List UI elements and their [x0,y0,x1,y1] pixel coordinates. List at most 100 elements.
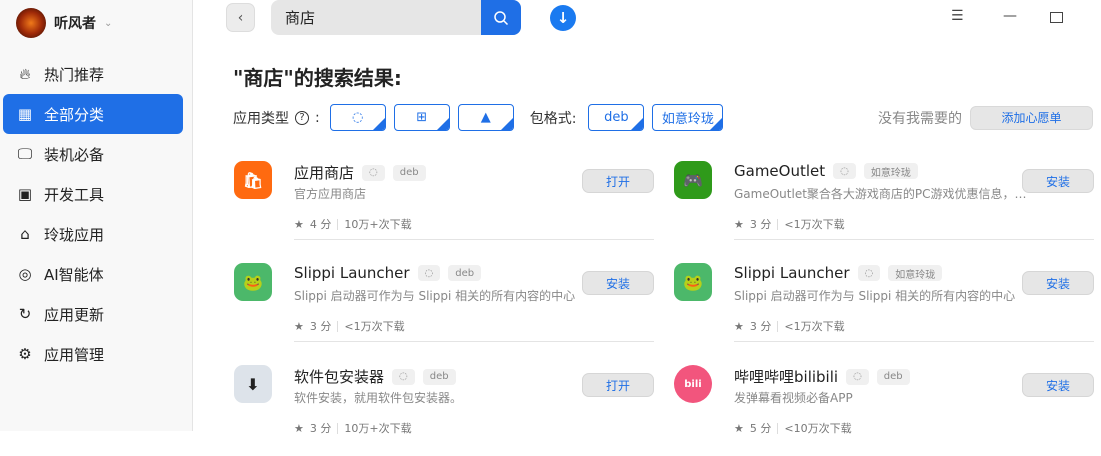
rating: 4 分 [309,218,332,231]
search-input[interactable] [271,0,471,35]
app-icon: 🐸 [234,263,272,301]
minimize-button[interactable]: — [1003,8,1017,24]
app-action-button[interactable]: 安装 [1022,271,1094,295]
filter-windows[interactable]: ⊞ [393,104,450,131]
menu-button[interactable]: ☰ [951,8,964,24]
sidebar-item-7[interactable]: ⚙ 应用管理 [3,334,183,374]
sidebar-item-1[interactable]: ▦ 全部分类 [3,94,183,134]
maximize-button[interactable] [1050,12,1063,23]
app-action-button[interactable]: 安装 [1022,373,1094,397]
app-card[interactable]: 🐸 Slippi Launcher ◌ 如意玲珑 Slippi 启动器可作为与 Sl… [674,252,1094,354]
filter-bar: 应用类型 ? : ◌ ⊞ ▲ 包格式: deb 如意玲珑 没有我需要的 添加心愿… [233,104,1093,131]
deepin-tag-icon: ◌ [846,368,869,385]
divider [294,341,654,342]
back-button[interactable]: ‹ [226,3,255,32]
sidebar-item-label: 热门推荐 [44,65,105,84]
app-action-button[interactable]: 安装 [582,271,654,295]
sidebar-item-6[interactable]: ↻ 应用更新 [3,294,183,334]
app-action-button[interactable]: 打开 [582,169,654,193]
star-icon: ★ [734,217,744,231]
app-card[interactable]: 🎮 GameOutlet ◌ 如意玲珑 GameOutlet聚合各大游戏商店的PC游… [674,150,1094,252]
help-icon[interactable]: ? [295,110,309,125]
sidebar-item-5[interactable]: ◎ AI智能体 [3,254,183,294]
app-card[interactable]: bili 哔哩哔哩bilibili ◌ deb 发弹幕看视频必备APP ★ 5 分 <1… [674,354,1094,456]
divider [337,218,339,230]
rating: 5 分 [749,422,772,435]
divider [734,239,1094,240]
star-icon: ★ [294,319,304,333]
divider [777,320,779,332]
app-action-button[interactable]: 安装 [1022,169,1094,193]
app-card[interactable]: ⬇ 软件包安装器 ◌ deb 软件安装，就用软件包安装器。 ★ 3 分 10万+次下载 … [234,354,654,456]
app-desc: GameOutlet聚合各大游戏商店的PC游戏优惠信息，帮助玩家找到最优惠的价格 [734,187,1034,201]
divider [734,341,1094,342]
app-desc: 发弹幕看视频必备APP [734,391,853,405]
divider [777,218,779,230]
sidebar-item-label: 应用更新 [44,305,105,324]
search-button[interactable] [481,0,521,35]
linglong-icon: ⌂ [20,225,30,243]
rating: 3 分 [309,320,332,333]
avatar [16,8,46,38]
ai-icon: ◎ [18,265,32,283]
sidebar-item-0[interactable]: 🔥︎ 热门推荐 [3,54,183,94]
filter-deb[interactable]: deb [588,104,645,131]
app-icon: 🛍 [234,161,272,199]
sidebar-item-label: 应用管理 [44,345,105,364]
sidebar-item-label: 装机必备 [44,145,105,164]
app-icon: 🐸 [674,263,712,301]
divider [777,422,779,434]
star-icon: ★ [294,217,304,231]
downloads: <1万次下载 [344,320,405,333]
page-title: "商店"的搜索结果: [233,66,402,90]
deepin-tag-icon: ◌ [362,164,385,181]
wish-prompt: 没有我需要的 [878,110,962,127]
app-card[interactable]: 🐸 Slippi Launcher ◌ deb Slippi 启动器可作为与 Sli… [234,252,654,354]
search-box [271,0,521,35]
app-type-label: 应用类型 [233,110,289,127]
downloads: <1万次下载 [784,218,845,231]
star-icon: ★ [734,319,744,333]
deepin-tag-icon: ◌ [833,163,856,179]
user-menu[interactable]: 听风者 ⌄ [16,8,112,38]
sidebar-item-3[interactable]: ▣ 开发工具 [3,174,183,214]
download-manager-button[interactable]: ↓ [550,5,576,31]
sidebar-item-label: 开发工具 [44,185,105,204]
sidebar-item-4[interactable]: ⌂ 玲珑应用 [3,214,183,254]
rating: 3 分 [749,320,772,333]
app-action-button[interactable]: 打开 [582,373,654,397]
windows-icon: ⊞ [416,110,428,125]
format-tag: deb [876,368,910,385]
colon: : [315,109,320,126]
app-card[interactable]: 🛍 应用商店 ◌ deb 官方应用商店 ★ 4 分 10万+次下载 打开 [234,150,654,252]
app-name: Slippi Launcher [734,264,850,282]
app-icon: 🎮 [674,161,712,199]
results-grid: 🛍 应用商店 ◌ deb 官方应用商店 ★ 4 分 10万+次下载 打开 🎮 GameO… [234,150,1094,456]
terminal-icon: ▣ [17,185,33,203]
monitor-icon: 🖵 [17,145,33,163]
chip-label: 如意玲珑 [661,112,714,127]
format-tag: deb [392,164,426,181]
divider [337,422,339,434]
downloads: 10万+次下载 [344,422,412,435]
format-tag: 如意玲珑 [863,163,918,179]
sidebar-item-2[interactable]: 🖵 装机必备 [3,134,183,174]
sidebar: 听风者 ⌄ 🔥︎ 热门推荐 ▦ 全部分类 🖵 装机必备 ▣ 开发工具 ⌂ 玲珑应用 ◎ AI智能体 ↻ 应… [0,0,193,431]
format-tag: deb [448,265,482,281]
divider [337,320,339,332]
deepin-tag-icon: ◌ [857,265,881,281]
filter-linglong[interactable]: 如意玲珑 [652,104,724,131]
app-icon: bili [674,365,712,403]
filter-android[interactable]: ▲ [457,104,514,131]
format-tag: 如意玲珑 [888,265,943,281]
chip-label: deb [604,110,629,125]
downloads: <10万次下载 [784,422,852,435]
refresh-icon: ↻ [18,305,32,323]
add-wishlist-button[interactable]: 添加心愿单 [970,105,1093,130]
filter-deepin[interactable]: ◌ [329,104,386,131]
chevron-left-icon: ‹ [237,9,244,26]
divider [294,239,654,240]
star-icon: ★ [734,421,744,435]
search-icon [494,10,509,25]
app-desc: Slippi 启动器可作为与 Slippi 相关的所有内容的中心 [734,289,1016,303]
